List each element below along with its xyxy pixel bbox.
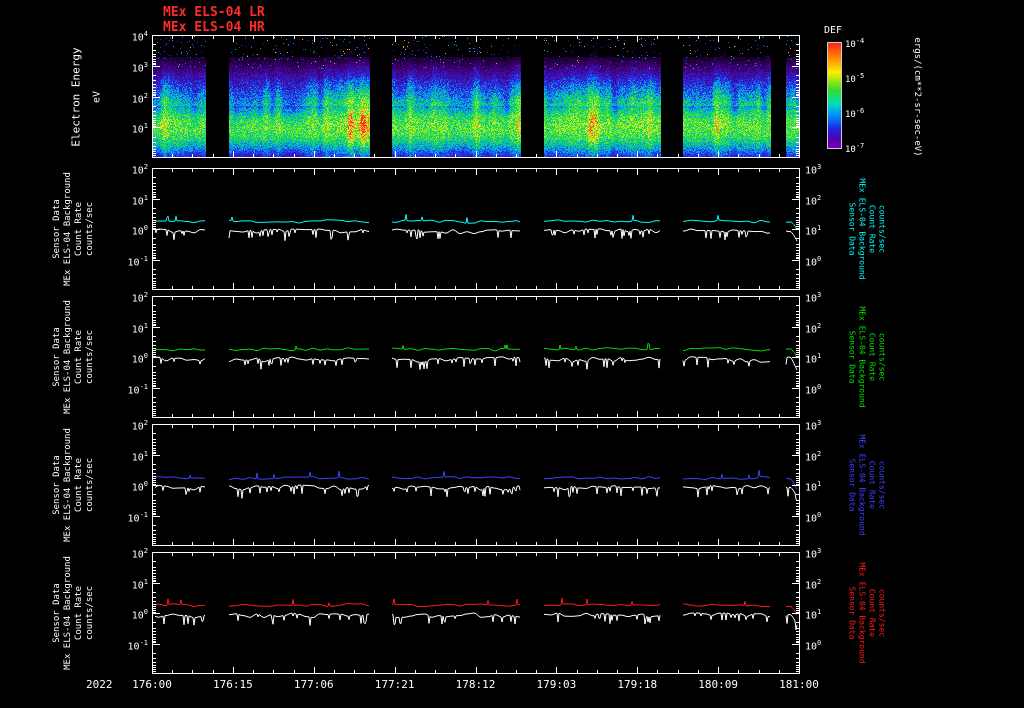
panel-4-left-tick: 100 bbox=[131, 608, 148, 622]
count-rate-panel-1 bbox=[152, 168, 800, 290]
panel-3-right-tick: 102 bbox=[805, 449, 822, 463]
panel-1-y-axis-label: counts/sec bbox=[85, 201, 95, 257]
x-axis-year: 2022 bbox=[86, 678, 113, 691]
panel-3-right-label: Sensor Data bbox=[847, 458, 857, 512]
count-rate-panel-4 bbox=[152, 552, 800, 674]
panel-3-right-label: MEx ELS-04 Background bbox=[857, 434, 867, 536]
panel-1-y-axis-label: MEx ELS-04 Background bbox=[63, 172, 73, 286]
colorbar-tick: 10-5 bbox=[845, 72, 865, 85]
panel-2-left-tick: 100 bbox=[131, 352, 148, 366]
panel-1-right-label: counts/sec bbox=[877, 204, 887, 254]
panel-2-right-tick: 102 bbox=[805, 321, 822, 335]
x-axis-tick-label: 179:03 bbox=[536, 678, 577, 691]
panel-1-left-tick: 100 bbox=[131, 224, 148, 238]
panel-2-y-axis-label: MEx ELS-04 Background bbox=[63, 300, 73, 414]
spectrogram-y-tick: 102 bbox=[131, 91, 148, 105]
panel-4-right-label: Count Rate bbox=[867, 588, 877, 638]
panel-2-right-label: Sensor Data bbox=[847, 330, 857, 384]
panel-2-right-label: counts/sec bbox=[877, 332, 887, 382]
spectrogram-y-tick: 101 bbox=[131, 122, 148, 136]
x-axis-tick-label: 177:06 bbox=[293, 678, 334, 691]
panel-1-right-label: Sensor Data bbox=[847, 202, 857, 256]
spectrogram-heatmap bbox=[152, 35, 800, 158]
colorbar-gradient bbox=[827, 42, 842, 149]
panel-4-right-tick: 101 bbox=[805, 608, 822, 622]
panel-4-right-tick: 103 bbox=[805, 547, 822, 561]
panel-2-right-tick: 103 bbox=[805, 291, 822, 305]
panel-3-y-axis-label: Sensor Data bbox=[52, 455, 62, 515]
panel-3-right-label: counts/sec bbox=[877, 460, 887, 510]
panel-4-left-tick: 102 bbox=[131, 547, 148, 561]
colorbar-tick: 10-6 bbox=[845, 107, 865, 120]
panel-4-y-axis-label: counts/sec bbox=[85, 585, 95, 641]
panel-2-right-tick: 100 bbox=[805, 382, 822, 396]
panel-2-right-label: Count Rate bbox=[867, 332, 877, 382]
colorbar-tick: 10-4 bbox=[845, 37, 865, 50]
panel-2-y-axis-label: Sensor Data bbox=[52, 327, 62, 387]
x-axis-tick-label: 181:00 bbox=[779, 678, 819, 691]
panel-4-right-label: MEx ELS-04 Background bbox=[857, 562, 867, 664]
panel-1-right-label: MEx ELS-04 Background bbox=[857, 178, 867, 280]
plot-title-hr: MEx ELS-04 HR bbox=[163, 20, 265, 35]
panel-2-right-tick: 101 bbox=[805, 352, 822, 366]
panel-4-left-tick: 101 bbox=[131, 577, 148, 591]
panel-1-left-tick: 101 bbox=[131, 193, 148, 207]
count-rate-panel-3 bbox=[152, 424, 800, 546]
panel-3-right-label: Count Rate bbox=[867, 460, 877, 510]
spectrogram-y-tick: 103 bbox=[131, 60, 148, 75]
panel-4-right-tick: 100 bbox=[805, 638, 822, 652]
panel-3-y-axis-label: counts/sec bbox=[85, 457, 95, 513]
panel-3-left-tick: 102 bbox=[131, 419, 148, 433]
panel-1-left-tick: 10-1 bbox=[127, 254, 148, 268]
panel-4-right-label: counts/sec bbox=[877, 588, 887, 638]
plot-title-lr: MEx ELS-04 LR bbox=[163, 5, 265, 20]
panel-1-left-tick: 102 bbox=[131, 163, 148, 177]
panel-2-left-tick: 101 bbox=[131, 321, 148, 335]
x-axis-tick-label: 176:15 bbox=[213, 678, 253, 691]
x-axis-tick-label: 177:21 bbox=[374, 678, 415, 691]
panel-4-y-axis-label: Sensor Data bbox=[52, 583, 62, 643]
panel-4-right-label: Sensor Data bbox=[847, 586, 857, 640]
x-axis-tick-label: 176:00 bbox=[132, 678, 172, 691]
panel-2-y-axis-label: counts/sec bbox=[85, 329, 95, 385]
panel-1-y-axis-label: Sensor Data bbox=[52, 199, 62, 259]
panel-3-left-tick: 100 bbox=[131, 480, 148, 494]
panel-2-left-tick: 102 bbox=[131, 291, 148, 305]
x-axis-tick-label: 180:09 bbox=[698, 678, 738, 691]
spectrogram-y-tick: 104 bbox=[131, 30, 148, 44]
panel-1-right-tick: 102 bbox=[805, 193, 822, 207]
panel-4-y-axis-label: MEx ELS-04 Background bbox=[63, 556, 73, 670]
count-rate-panel-2 bbox=[152, 296, 800, 418]
panel-3-left-tick: 10-1 bbox=[127, 510, 148, 524]
mex-els-plot-screen: MEx ELS-04 LR MEx ELS-04 HR Electron Ene… bbox=[0, 0, 1024, 708]
panel-3-right-tick: 100 bbox=[805, 510, 822, 524]
panel-3-left-tick: 101 bbox=[131, 449, 148, 463]
panel-2-left-tick: 10-1 bbox=[127, 382, 148, 396]
panel-1-right-tick: 101 bbox=[805, 224, 822, 238]
panel-4-y-axis-label: Count Rate bbox=[74, 585, 84, 641]
colorbar-tick: 10-7 bbox=[845, 142, 865, 155]
panel-1-y-axis-label: Count Rate bbox=[74, 201, 84, 257]
panel-1-right-tick: 103 bbox=[805, 163, 822, 177]
panel-4-left-tick: 10-1 bbox=[127, 638, 148, 652]
spectrogram-y-axis-label: Electron Energy bbox=[69, 47, 83, 147]
colorbar-units-label: ergs/(cm**2-sr-sec-eV) bbox=[912, 37, 922, 157]
panel-1-right-tick: 100 bbox=[805, 254, 822, 268]
panel-3-right-tick: 101 bbox=[805, 480, 822, 494]
x-axis-tick-label: 178:12 bbox=[455, 678, 496, 691]
panel-3-right-tick: 103 bbox=[805, 419, 822, 433]
panel-3-y-axis-label: MEx ELS-04 Background bbox=[63, 428, 73, 542]
panel-3-y-axis-label: Count Rate bbox=[74, 457, 84, 513]
colorbar-title: DEF bbox=[824, 25, 843, 36]
panel-2-y-axis-label: Count Rate bbox=[74, 329, 84, 385]
panel-4-right-tick: 102 bbox=[805, 577, 822, 591]
panel-2-right-label: MEx ELS-04 Background bbox=[857, 306, 867, 408]
panel-1-right-label: Count Rate bbox=[867, 204, 877, 254]
x-axis-tick-label: 179:18 bbox=[617, 678, 658, 691]
